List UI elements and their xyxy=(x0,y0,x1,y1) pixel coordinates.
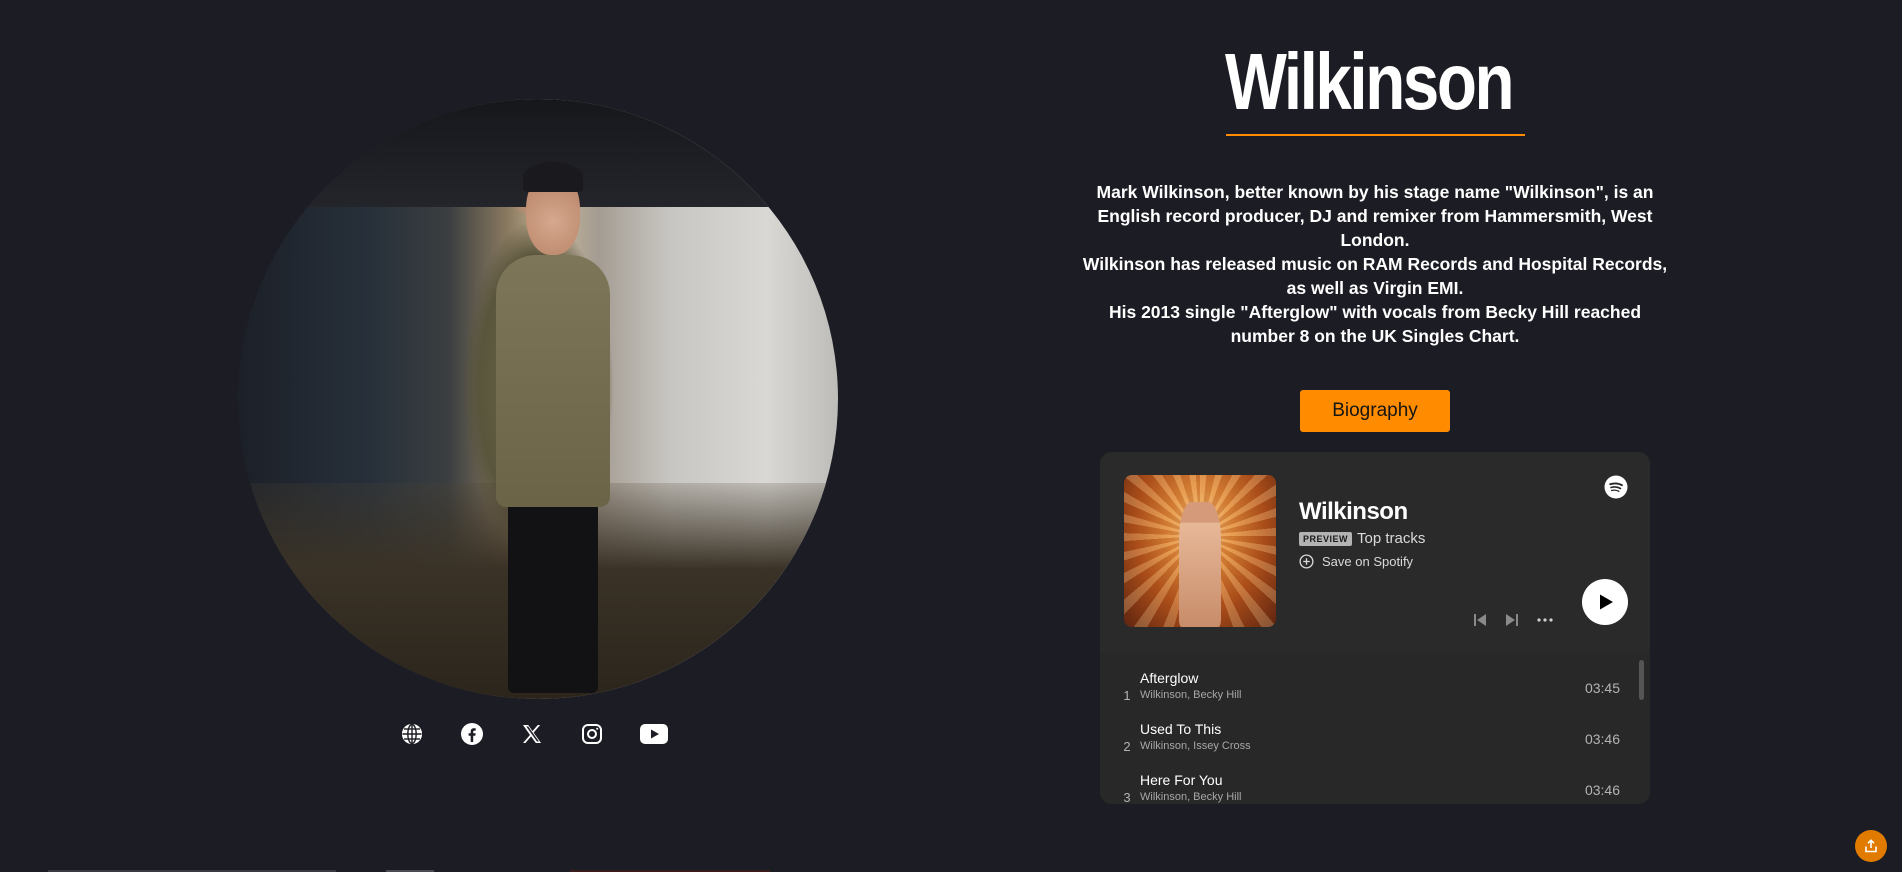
track-duration: 03:46 xyxy=(1584,731,1620,747)
track-number: 1 xyxy=(1123,688,1131,703)
spotify-artist-name[interactable]: Wilkinson xyxy=(1299,498,1408,526)
share-icon xyxy=(1865,839,1877,853)
track-number: 2 xyxy=(1123,739,1131,754)
preview-badge: PREVIEW xyxy=(1299,531,1353,546)
track-duration: 03:46 xyxy=(1584,782,1620,798)
youtube-icon[interactable] xyxy=(640,722,668,746)
instagram-icon[interactable] xyxy=(580,722,604,746)
social-links xyxy=(400,722,668,746)
skip-back-icon[interactable] xyxy=(1472,612,1488,628)
track-title: Used To This xyxy=(1140,721,1222,737)
photo-person-cap xyxy=(523,162,583,192)
track-list: 1 Afterglow Wilkinson, Becky Hill 03:45 … xyxy=(1100,652,1650,804)
bio-paragraph: His 2013 single "Afterglow" with vocals … xyxy=(1108,302,1642,346)
spotify-subtitle: Top tracks xyxy=(1357,530,1426,547)
artist-bio: Mark Wilkinson, better known by his stag… xyxy=(1080,180,1670,348)
x-twitter-icon[interactable] xyxy=(520,722,544,746)
track-artists: Wilkinson, Becky Hill xyxy=(1140,791,1242,803)
facebook-icon[interactable] xyxy=(460,722,484,746)
spotify-subtitle-row: PREVIEW Top tracks xyxy=(1299,530,1425,547)
more-options-icon[interactable] xyxy=(1536,612,1554,628)
photo-person-legs xyxy=(508,501,598,693)
save-on-spotify-label: Save on Spotify xyxy=(1322,554,1414,569)
track-row[interactable]: 2 Used To This Wilkinson, Issey Cross 03… xyxy=(1100,711,1650,762)
track-title: Afterglow xyxy=(1140,670,1199,686)
track-number: 3 xyxy=(1123,790,1131,804)
spotify-embed: Wilkinson PREVIEW Top tracks Save on Spo… xyxy=(1100,452,1650,804)
bio-paragraph: Wilkinson has released music on RAM Reco… xyxy=(1082,254,1668,298)
play-button[interactable] xyxy=(1582,579,1628,625)
artist-photo xyxy=(238,99,838,699)
globe-icon[interactable] xyxy=(400,722,424,746)
bio-paragraph: Mark Wilkinson, better known by his stag… xyxy=(1096,182,1654,250)
add-circle-icon xyxy=(1299,554,1314,569)
spotify-logo-icon[interactable] xyxy=(1604,475,1628,499)
track-row[interactable]: 1 Afterglow Wilkinson, Becky Hill 03:45 xyxy=(1100,660,1650,711)
playback-controls xyxy=(1472,612,1554,628)
track-artists: Wilkinson, Becky Hill xyxy=(1140,689,1242,701)
spotify-header: Wilkinson PREVIEW Top tracks Save on Spo… xyxy=(1100,452,1650,652)
track-row[interactable]: 3 Here For You Wilkinson, Becky Hill 03:… xyxy=(1100,762,1650,804)
biography-button[interactable]: Biography xyxy=(1300,390,1450,432)
track-artists: Wilkinson, Issey Cross xyxy=(1140,740,1251,752)
play-icon xyxy=(1600,594,1613,610)
artist-name-title: Wilkinson xyxy=(1225,37,1515,126)
save-on-spotify-button[interactable]: Save on Spotify xyxy=(1299,554,1413,569)
photo-person-shirt xyxy=(496,255,610,507)
track-duration: 03:45 xyxy=(1584,680,1620,696)
album-cover[interactable] xyxy=(1124,475,1276,627)
track-title: Here For You xyxy=(1140,772,1223,788)
skip-forward-icon[interactable] xyxy=(1504,612,1520,628)
share-button[interactable] xyxy=(1855,830,1887,862)
title-underline xyxy=(1226,134,1525,136)
cover-figure xyxy=(1178,502,1222,627)
